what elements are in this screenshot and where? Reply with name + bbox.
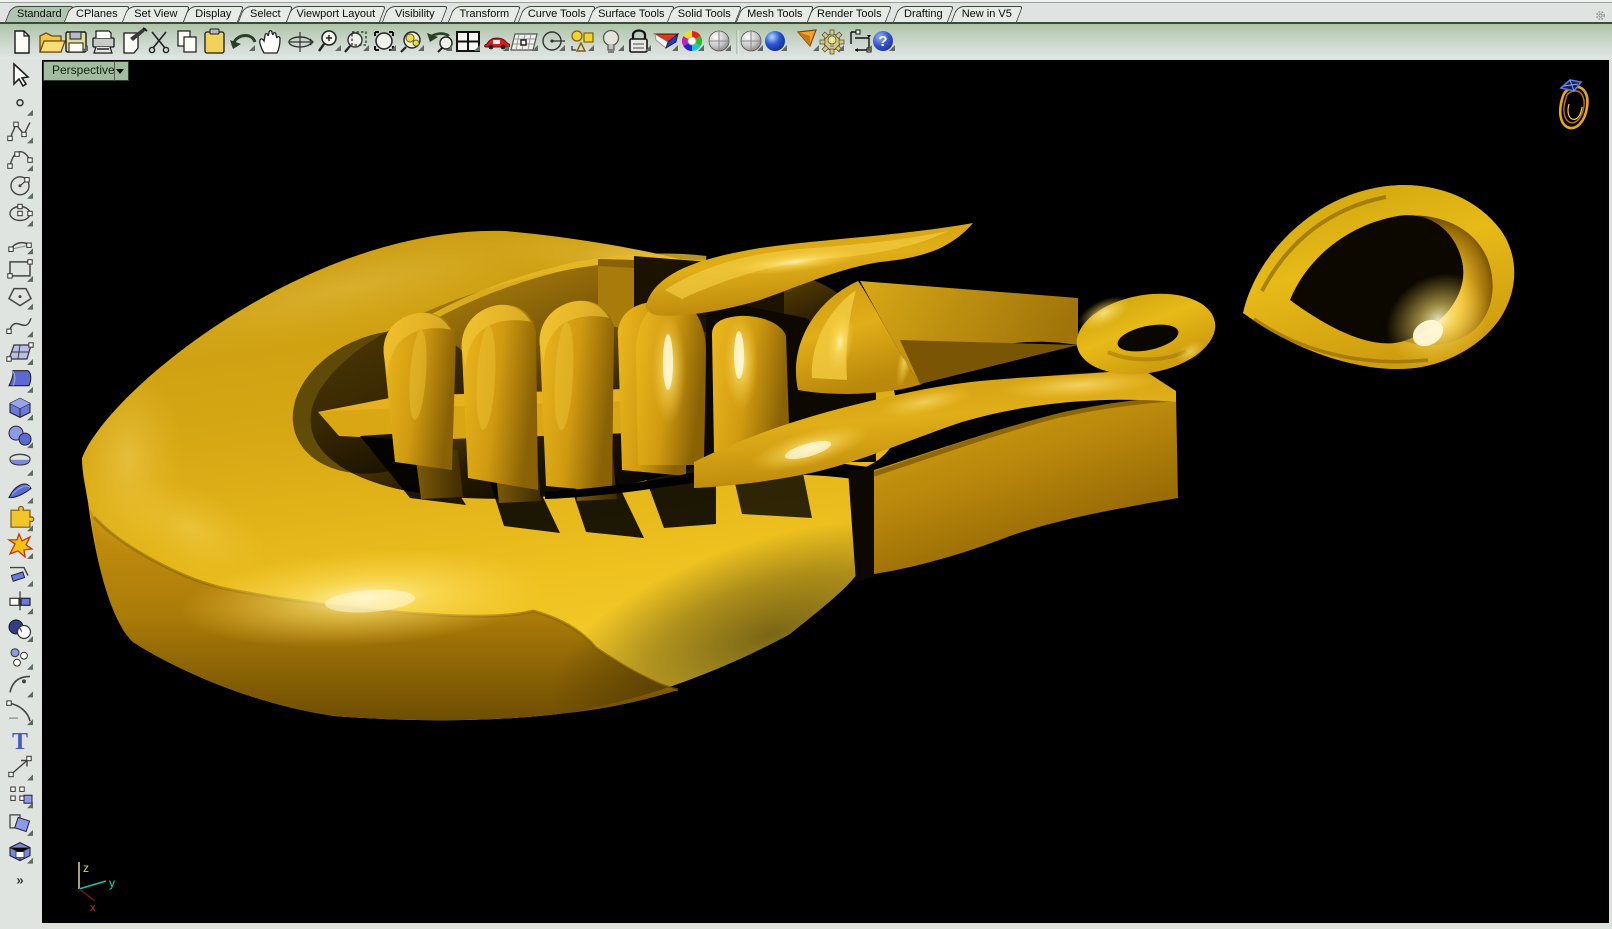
svg-text:»: » bbox=[16, 872, 23, 887]
svg-text:z: z bbox=[83, 861, 89, 875]
svg-text:x: x bbox=[90, 902, 96, 914]
svg-text:y: y bbox=[109, 876, 115, 890]
svg-text:?: ? bbox=[878, 33, 887, 50]
svg-text:T: T bbox=[12, 729, 28, 755]
